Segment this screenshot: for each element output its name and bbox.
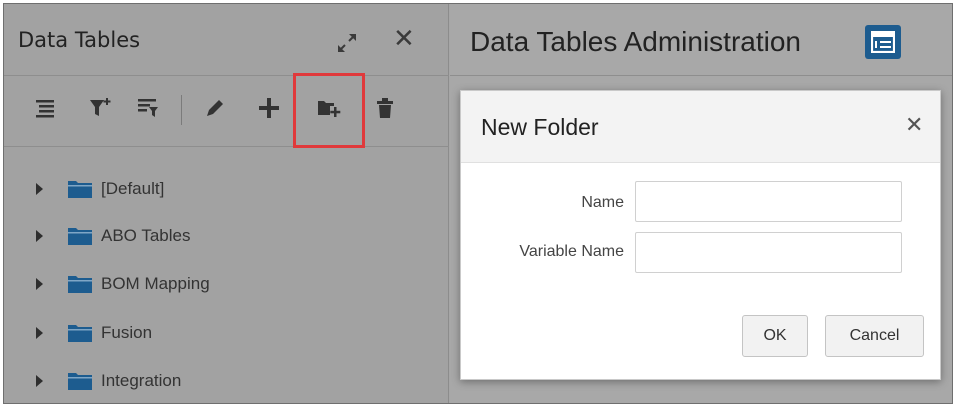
filter-add-icon[interactable] (84, 91, 118, 125)
filter-edit-icon[interactable] (132, 91, 166, 125)
highlight-box (293, 73, 365, 148)
tree-item-label: ABO Tables (101, 226, 191, 245)
tree-item-label: [Default] (101, 179, 165, 198)
name-label: Name (581, 194, 624, 211)
toolbar-separator (181, 95, 182, 125)
ok-button[interactable]: OK (742, 315, 808, 357)
expand-arrow-icon[interactable] (36, 230, 43, 242)
folder-icon (68, 325, 92, 342)
tree-item-label: Integration (101, 371, 182, 390)
tree-item[interactable]: [Default] (4, 169, 444, 209)
expand-arrow-icon[interactable] (36, 278, 43, 290)
folder-icon (68, 181, 92, 198)
table-admin-icon[interactable] (865, 25, 901, 59)
page-title: Data Tables Administration (470, 26, 801, 57)
data-tables-panel: Data Tables ✕ [Default] ABO Tables BOM M… (4, 4, 449, 403)
panel-toolbar (4, 77, 449, 147)
pencil-icon[interactable] (198, 91, 232, 125)
dialog-title: New Folder (481, 114, 599, 140)
dialog-header: New Folder ✕ (461, 91, 940, 163)
panel-title: Data Tables (18, 28, 141, 52)
folder-icon (68, 228, 92, 245)
expand-icon[interactable] (336, 32, 358, 54)
tree-item[interactable]: Integration (4, 361, 444, 401)
expand-arrow-icon[interactable] (36, 183, 43, 195)
panel-header: Data Tables ✕ (4, 4, 449, 76)
expand-arrow-icon[interactable] (36, 375, 43, 387)
name-input[interactable] (635, 181, 902, 222)
tree-item-label: BOM Mapping (101, 274, 210, 293)
list-icon[interactable] (28, 91, 62, 125)
new-folder-dialog: New Folder ✕ Name Variable Name OK Cance… (460, 90, 941, 380)
tree-item[interactable]: BOM Mapping (4, 264, 444, 304)
trash-icon[interactable] (368, 91, 402, 125)
folder-icon (68, 276, 92, 293)
tree-item-label: Fusion (101, 323, 153, 342)
close-icon[interactable]: ✕ (905, 113, 923, 138)
tree-item[interactable]: ABO Tables (4, 216, 444, 256)
plus-icon[interactable] (252, 91, 286, 125)
variable-name-label: Variable Name (519, 243, 624, 260)
folder-icon (68, 373, 92, 390)
variable-name-input[interactable] (635, 232, 902, 273)
admin-header: Data Tables Administration (450, 4, 952, 76)
expand-arrow-icon[interactable] (36, 327, 43, 339)
tree-item[interactable]: Fusion (4, 313, 444, 353)
cancel-button[interactable]: Cancel (825, 315, 924, 357)
close-icon[interactable]: ✕ (393, 26, 415, 52)
